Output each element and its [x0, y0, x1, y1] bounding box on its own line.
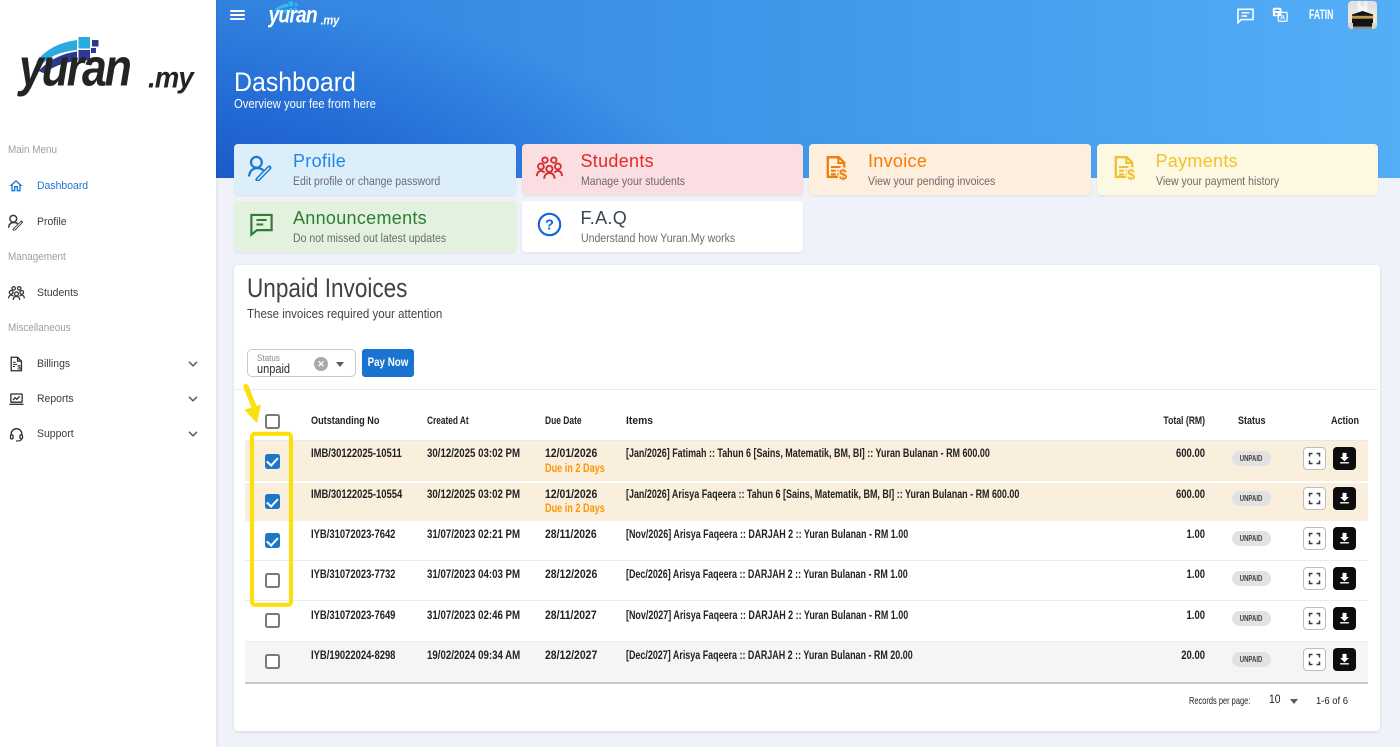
svg-text:$: $ [839, 167, 847, 181]
svg-text:.my: .my [321, 13, 341, 28]
svg-text:?: ? [545, 217, 554, 233]
svg-text:.my: .my [148, 61, 196, 94]
svg-text:A: A [1280, 15, 1285, 22]
svg-text:$: $ [1127, 167, 1135, 181]
svg-text:$: $ [17, 364, 21, 371]
svg-text:yuran: yuran [16, 39, 130, 97]
svg-text:yuran: yuran [268, 3, 318, 28]
